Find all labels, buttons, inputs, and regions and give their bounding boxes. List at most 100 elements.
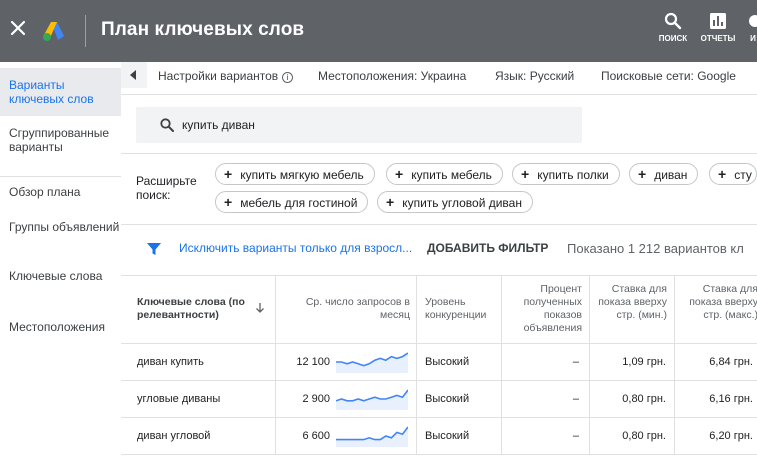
sparkline-area [336, 427, 408, 447]
keyword-cell: угловые диваны [121, 381, 276, 417]
reports-tool-button[interactable]: ОТЧЕТЫ [700, 12, 736, 52]
close-icon[interactable] [8, 18, 28, 38]
searches-value: 2 900 [302, 393, 330, 405]
search-query: купить диван [182, 118, 255, 132]
column-header-searches[interactable]: Ср. число запросов в месяц [276, 276, 417, 344]
competition-cell: Высокий [417, 418, 502, 454]
plus-icon: + [224, 194, 233, 210]
table-row[interactable]: угловые диваны 2 900 Высокий – 0,80 грн.… [121, 381, 757, 418]
trend-sparkline [336, 389, 408, 410]
variant-settings-label: Настройки вариантов [158, 69, 279, 83]
impression-share-cell: – [502, 344, 590, 380]
searches-cell: 2 900 [276, 381, 417, 417]
sort-arrow-down-icon[interactable] [255, 302, 265, 318]
bid-low-cell: 0,80 грн. [590, 381, 675, 417]
chip-label: купить угловой диван [402, 196, 522, 210]
column-header-impression-share[interactable]: Процент полученных показов объявления [502, 276, 590, 344]
broaden-search-panel: Расширьте поиск: + купить мягкую мебель +… [121, 153, 757, 225]
search-icon [664, 12, 682, 30]
chip-label: диван [654, 168, 688, 182]
main-content: купить диван Расширьте поиск: + купить мя… [121, 95, 757, 457]
exclude-adult-ideas-link[interactable]: Исключить варианты только для взросл... [179, 241, 412, 255]
sidebar-item-keywords[interactable]: Ключевые слова [0, 263, 121, 307]
chip-label: купить мебель [411, 168, 492, 182]
searches-value: 6 600 [302, 430, 330, 442]
impression-share-cell: – [502, 418, 590, 454]
header-divider [85, 15, 86, 47]
tools-tool-label: И [750, 34, 756, 43]
column-header-impression-share-label: Процент полученных показов объявления [523, 283, 582, 334]
keyword-cell: диван угловой [121, 418, 276, 454]
column-header-bid-low-label: Ставка для показа вверху стр. (мин.) [598, 283, 667, 321]
results-count: Показано 1 212 вариантов кл [567, 241, 744, 256]
chip-buy-corner-sofa[interactable]: + купить угловой диван [377, 191, 533, 213]
chip-label: купить мягкую мебель [240, 168, 364, 182]
sidebar-item-plan-overview[interactable]: Обзор плана [0, 176, 121, 206]
tools-tool-button[interactable]: И [746, 12, 757, 52]
sidebar-item-locations[interactable]: Местоположения [0, 314, 121, 344]
search-tool-label: ПОИСК [658, 34, 688, 43]
trend-sparkline [336, 352, 408, 373]
app-header: План ключевых слов ПОИСК ОТЧЕТЫ И [0, 0, 757, 62]
search-icon [160, 118, 174, 132]
bid-high-cell: 6,20 грн. [709, 430, 753, 442]
searches-value: 12 100 [296, 356, 330, 368]
language-setting[interactable]: Язык: Русский [495, 69, 574, 83]
chip-sofa[interactable]: + диван [629, 163, 699, 185]
searches-cell: 12 100 [276, 344, 417, 380]
chip-buy-soft-furniture[interactable]: + купить мягкую мебель [215, 163, 375, 185]
tools-icon [749, 15, 757, 27]
keyword-search-box[interactable]: купить диван [136, 107, 582, 143]
reports-tool-label: ОТЧЕТЫ [700, 34, 736, 43]
sidebar-item-keyword-ideas[interactable]: Варианты ключевых слов [0, 68, 121, 116]
chevron-left-icon [130, 70, 136, 80]
sidebar-item-grouped-ideas[interactable]: Сгруппированные варианты [0, 118, 121, 162]
chip-chair[interactable]: + сту [709, 163, 757, 185]
column-header-searches-label: Ср. число запросов в месяц [305, 296, 410, 321]
plus-icon: + [395, 166, 404, 182]
trend-sparkline [336, 426, 408, 447]
competition-cell: Высокий [417, 344, 502, 380]
column-header-competition[interactable]: Уровень конкуренции [417, 276, 502, 344]
column-header-bid-high[interactable]: Ставка для показа вверху стр. (макс.) [675, 276, 757, 344]
impression-share-cell: – [502, 381, 590, 417]
broaden-search-label: Расширьте поиск: [136, 174, 197, 202]
page-title: План ключевых слов [101, 19, 305, 40]
plus-icon: + [386, 194, 395, 210]
chip-buy-furniture[interactable]: + купить мебель [386, 163, 503, 185]
filter-bar: Исключить варианты только для взросл... … [121, 226, 757, 274]
table-row[interactable]: диван угловой 6 600 Высокий – 0,80 грн. … [121, 418, 757, 455]
location-setting[interactable]: Местоположения: Украина [318, 69, 466, 83]
google-ads-logo-icon [42, 20, 66, 42]
chip-living-room-furniture[interactable]: + мебель для гостиной [215, 191, 369, 213]
bid-high-cell: 6,84 грн. [709, 356, 753, 368]
plus-icon: + [521, 166, 530, 182]
plus-icon: + [224, 166, 233, 182]
column-header-bid-low[interactable]: Ставка для показа вверху стр. (мин.) [590, 276, 675, 344]
column-header-competition-label: Уровень конкуренции [425, 296, 487, 321]
search-tool-button[interactable]: ПОИСК [658, 12, 688, 52]
bid-high-cell: 6,16 грн. [709, 393, 753, 405]
keyword-ideas-table: Ключевые слова (по релевантности) Ср. чи… [121, 275, 757, 457]
bid-low-cell: 1,09 грн. [590, 344, 675, 380]
chip-buy-shelves[interactable]: + купить полки [512, 163, 620, 185]
collapse-sidebar-button[interactable] [121, 62, 147, 88]
chip-label: мебель для гостиной [240, 196, 358, 210]
plus-icon: + [718, 166, 727, 182]
chip-label: сту [734, 168, 752, 182]
add-filter-button[interactable]: ДОБАВИТЬ ФИЛЬТР [427, 241, 548, 255]
filter-icon[interactable] [146, 241, 162, 257]
sidebar-item-ad-groups[interactable]: Группы объявлений [0, 214, 121, 258]
column-header-bid-high-label: Ставка для показа вверху стр. (макс.) [689, 283, 757, 321]
variant-settings[interactable]: Настройки вариантов i [158, 69, 294, 83]
searches-cell: 6 600 [276, 418, 417, 454]
column-header-keyword[interactable]: Ключевые слова (по релевантности) [121, 276, 276, 344]
bid-low-cell: 0,80 грн. [590, 418, 675, 454]
table-row[interactable]: диван купить 12 100 Высокий – 1,09 грн. … [121, 344, 757, 381]
column-header-keyword-label: Ключевые слова (по релевантности) [137, 296, 245, 321]
competition-cell: Высокий [417, 381, 502, 417]
network-setting[interactable]: Поисковые сети: Google [601, 69, 736, 83]
info-icon[interactable]: i [282, 72, 294, 83]
sidebar: Варианты ключевых слов Сгруппированные в… [0, 62, 121, 457]
plus-icon: + [638, 166, 647, 182]
